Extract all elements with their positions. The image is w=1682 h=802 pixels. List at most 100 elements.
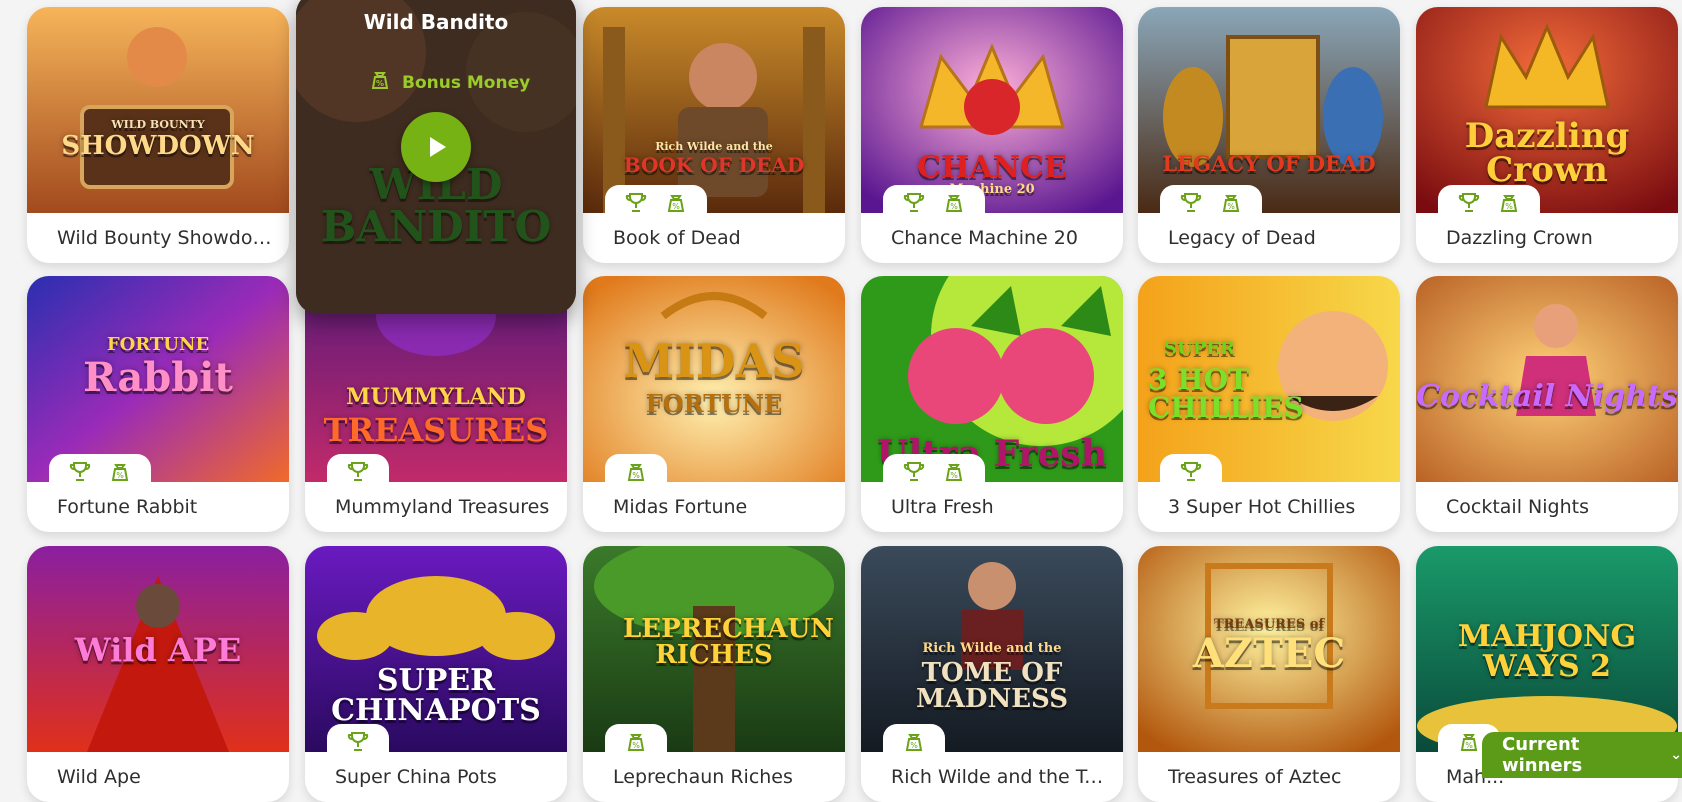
- game-badges: [1160, 454, 1222, 490]
- game-title[interactable]: Super China Pots: [335, 766, 497, 788]
- game-card[interactable]: FORTUNE Rabbit % Fortune Rabbit: [27, 276, 289, 532]
- game-card-hovered[interactable]: WILD BANDITO Wild Bandito % Bonus Money: [296, 0, 576, 314]
- game-art-title: LEPRECHAUN RICHES: [623, 614, 834, 670]
- game-card[interactable]: LEGACY OF DEAD % Legacy of Dead: [1138, 7, 1400, 263]
- game-art-subtitle: Rich Wilde and the: [922, 641, 1062, 656]
- game-title[interactable]: Mummyland Treasures: [335, 496, 549, 518]
- game-thumbnail[interactable]: Dazzling Crown: [1416, 7, 1678, 213]
- trophy-icon: [1178, 459, 1204, 485]
- game-title[interactable]: Rich Wilde and the To...: [891, 766, 1106, 788]
- svg-text:%: %: [1227, 202, 1235, 211]
- game-title[interactable]: Fortune Rabbit: [57, 496, 197, 518]
- game-thumbnail[interactable]: FORTUNE Rabbit: [27, 276, 289, 482]
- game-card[interactable]: Rich Wilde and the TOME OF MADNESS % Ric…: [861, 546, 1123, 802]
- bonus-money-text: Bonus Money: [402, 72, 531, 93]
- svg-text:%: %: [1505, 202, 1513, 211]
- game-card[interactable]: Wild APE Wild Ape: [27, 546, 289, 802]
- svg-text:%: %: [1465, 741, 1473, 750]
- game-card[interactable]: Cocktail Nights Cocktail Nights: [1416, 276, 1678, 532]
- game-thumbnail[interactable]: Wild APE: [27, 546, 289, 752]
- game-badges: %: [1160, 185, 1262, 221]
- svg-text:%: %: [950, 202, 958, 211]
- bonus-money-icon: %: [663, 190, 689, 216]
- game-badges: %: [605, 724, 667, 760]
- game-title[interactable]: Wild Ape: [57, 766, 141, 788]
- bonus-money-icon: %: [1456, 729, 1482, 755]
- game-art-subtitle: Rich Wilde and the: [655, 140, 773, 153]
- game-thumbnail[interactable]: WILD BOUNTY SHOWDOWN: [27, 7, 289, 213]
- game-art-title: Wild APE: [74, 631, 242, 669]
- game-thumbnail[interactable]: LEGACY OF DEAD: [1138, 7, 1400, 213]
- game-thumbnail[interactable]: Cocktail Nights: [1416, 276, 1678, 482]
- svg-text:%: %: [632, 741, 640, 750]
- trophy-icon: [1456, 190, 1482, 216]
- game-title[interactable]: Dazzling Crown: [1446, 227, 1593, 249]
- game-art-title: SHOWDOWN: [61, 131, 255, 161]
- game-badges: %: [605, 454, 667, 490]
- trophy-icon: [901, 459, 927, 485]
- play-button[interactable]: [401, 112, 471, 182]
- game-art-title: LEGACY OF DEAD: [1162, 151, 1376, 176]
- game-art-title: TOME OF MADNESS: [915, 658, 1069, 714]
- game-art-title: Rabbit: [83, 354, 233, 401]
- game-card[interactable]: TREASURES of AZTEC Treasures of Aztec: [1138, 546, 1400, 802]
- game-card[interactable]: CHANCE Machine 20 % Chance Machine 20: [861, 7, 1123, 263]
- game-art-title: Dazzling Crown: [1464, 116, 1630, 190]
- game-card[interactable]: SUPER 3 HOT CHILLIES 3 Super Hot Chillie…: [1138, 276, 1400, 532]
- game-title[interactable]: Legacy of Dead: [1168, 227, 1316, 249]
- game-art-title: BOOK OF DEAD: [623, 153, 805, 177]
- game-thumbnail[interactable]: LEPRECHAUN RICHES: [583, 546, 845, 752]
- game-thumbnail[interactable]: CHANCE Machine 20: [861, 7, 1123, 213]
- trophy-icon: [901, 190, 927, 216]
- game-title[interactable]: Wild Bounty Showdown: [57, 227, 272, 249]
- game-card[interactable]: Ultra Fresh % Ultra Fresh: [861, 276, 1123, 532]
- game-title[interactable]: Treasures of Aztec: [1168, 766, 1341, 788]
- game-title[interactable]: Book of Dead: [613, 227, 741, 249]
- game-title[interactable]: Midas Fortune: [613, 496, 747, 518]
- game-title[interactable]: Chance Machine 20: [891, 227, 1078, 249]
- game-art-title: CHANCE: [917, 150, 1067, 185]
- svg-text:%: %: [910, 741, 918, 750]
- game-card[interactable]: Dazzling Crown % Dazzling Crown: [1416, 7, 1678, 263]
- chevron-down-icon: ⌄: [1670, 747, 1682, 763]
- game-thumbnail[interactable]: TREASURES of AZTEC: [1138, 546, 1400, 752]
- game-badges: [327, 454, 389, 490]
- game-art-subtitle: WILD BOUNTY: [111, 118, 205, 131]
- game-thumbnail[interactable]: Rich Wilde and the TOME OF MADNESS: [861, 546, 1123, 752]
- game-art-subtitle: SUPER: [1164, 338, 1235, 359]
- game-art-subtitle: MUMMYLAND: [346, 384, 526, 410]
- game-title[interactable]: 3 Super Hot Chillies: [1168, 496, 1355, 518]
- game-card[interactable]: LEPRECHAUN RICHES % Leprechaun Riches: [583, 546, 845, 802]
- game-badges: %: [883, 724, 945, 760]
- game-thumbnail[interactable]: SUPER CHINAPOTS: [305, 546, 567, 752]
- game-badges: %: [883, 454, 985, 490]
- game-thumbnail[interactable]: MIDAS FORTUNE: [583, 276, 845, 482]
- game-art-title: TREASURES: [323, 411, 549, 449]
- game-badges: %: [605, 185, 707, 221]
- hovered-game-title[interactable]: Wild Bandito: [296, 10, 576, 34]
- game-art-title: MIDAS: [623, 334, 805, 388]
- game-art-title: MAHJONG WAYS 2: [1457, 619, 1637, 684]
- game-card[interactable]: MIDAS FORTUNE % Midas Fortune: [583, 276, 845, 532]
- game-card[interactable]: Rich Wilde and the BOOK OF DEAD % Book o…: [583, 7, 845, 263]
- game-thumbnail[interactable]: SUPER 3 HOT CHILLIES: [1138, 276, 1400, 482]
- trophy-icon: [345, 459, 371, 485]
- game-card[interactable]: WILD BOUNTY SHOWDOWN Wild Bounty Showdow…: [27, 7, 289, 263]
- bonus-money-icon: %: [1496, 190, 1522, 216]
- game-thumbnail[interactable]: Rich Wilde and the BOOK OF DEAD: [583, 7, 845, 213]
- game-art-subtitle: FORTUNE: [106, 334, 210, 355]
- bonus-money-icon: %: [623, 459, 649, 485]
- game-thumbnail[interactable]: Ultra Fresh: [861, 276, 1123, 482]
- game-title[interactable]: Leprechaun Riches: [613, 766, 793, 788]
- svg-text:%: %: [950, 471, 958, 480]
- game-card[interactable]: MUMMYLAND TREASURES Mummyland Treasures: [305, 276, 567, 532]
- current-winners-button[interactable]: Current winners ⌄: [1482, 732, 1682, 778]
- game-art-title: Cocktail Nights: [1416, 379, 1678, 414]
- svg-text:%: %: [376, 79, 384, 88]
- game-art-title: 3 HOT CHILLIES: [1148, 363, 1304, 424]
- game-card[interactable]: SUPER CHINAPOTS Super China Pots: [305, 546, 567, 802]
- bonus-money-icon: %: [107, 459, 133, 485]
- game-title[interactable]: Cocktail Nights: [1446, 496, 1589, 518]
- game-thumbnail[interactable]: MAHJONG WAYS 2: [1416, 546, 1678, 752]
- game-title[interactable]: Ultra Fresh: [891, 496, 994, 518]
